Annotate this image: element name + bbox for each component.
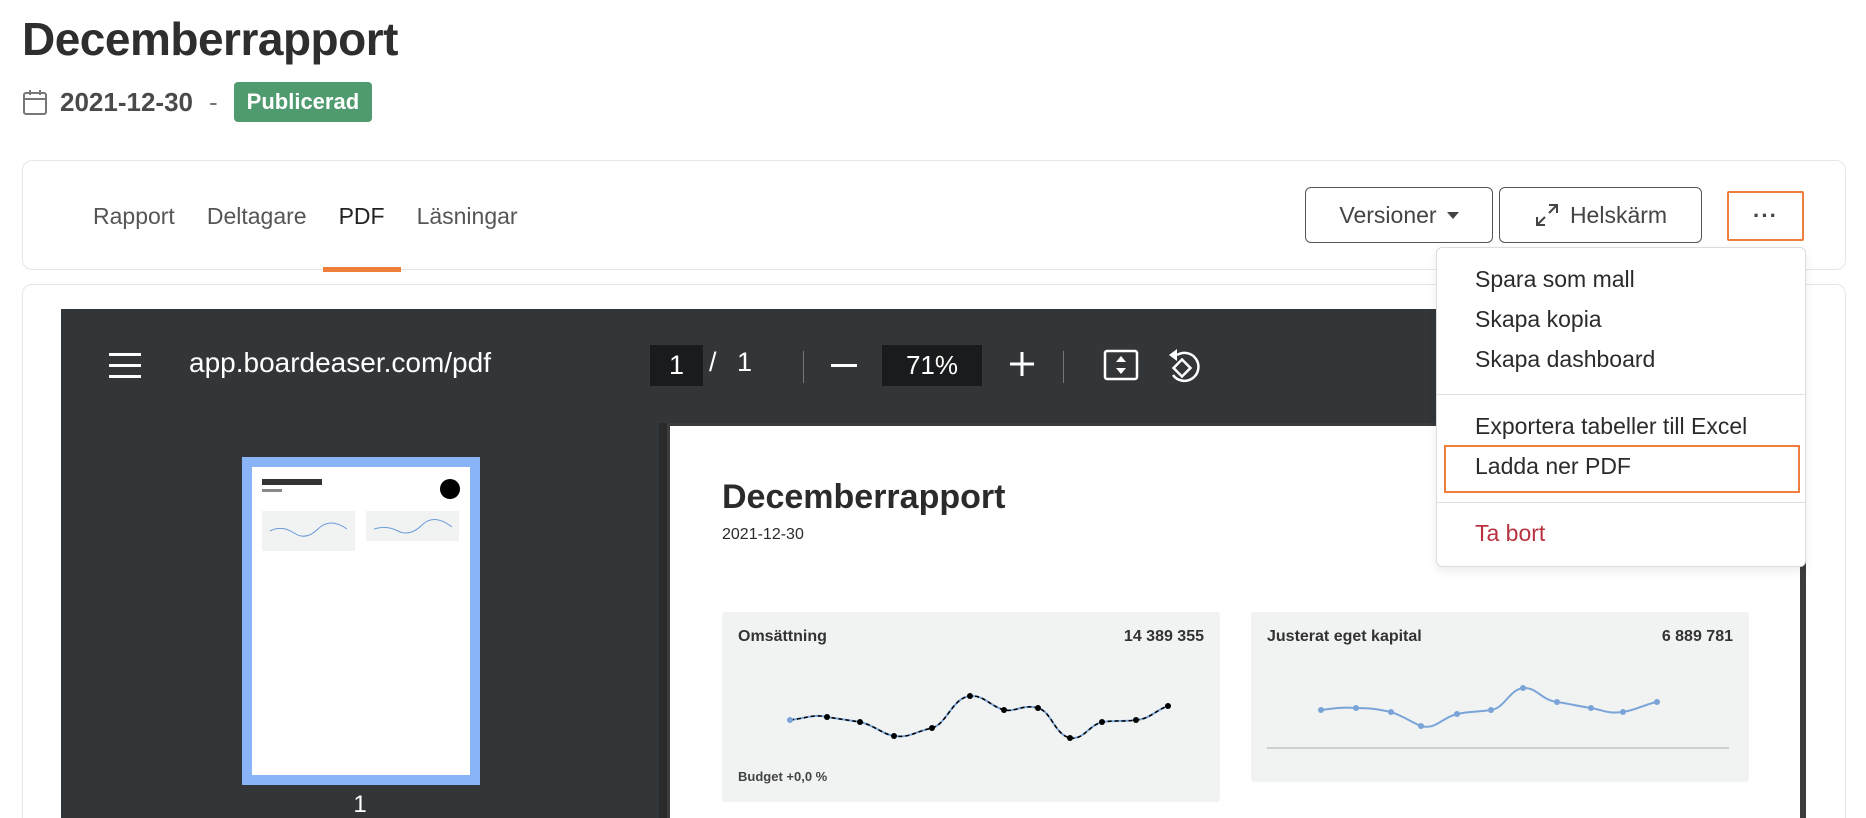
kpi-card-omsattning: Omsättning 14 389 355 Budget +0,0 % xyxy=(722,612,1220,802)
menu-divider xyxy=(1437,394,1805,395)
tabs: Rapport Deltagare PDF Läsningar xyxy=(77,161,534,272)
fullscreen-label: Helskärm xyxy=(1569,201,1668,228)
date-separator: - xyxy=(209,86,218,117)
page-number-input[interactable]: 1 xyxy=(650,345,703,386)
page-title: Decemberrapport xyxy=(22,13,398,65)
tab-pdf[interactable]: PDF xyxy=(322,161,401,272)
rotate-icon[interactable] xyxy=(1165,347,1203,385)
kpi-value: 6 889 781 xyxy=(1661,628,1733,645)
tab-lasningar[interactable]: Läsningar xyxy=(401,161,534,271)
report-meta: 2021-12-30 - Publicerad xyxy=(22,82,373,122)
menu-item-export-excel[interactable]: Exportera tabeller till Excel xyxy=(1475,413,1747,440)
expand-icon xyxy=(1535,204,1558,226)
zoom-out-icon[interactable] xyxy=(831,364,857,367)
thumbnail-panel: 1 xyxy=(61,423,659,818)
kpi-value: 14 389 355 xyxy=(1123,628,1204,645)
caret-down-icon xyxy=(1446,211,1459,219)
fullscreen-button[interactable]: Helskärm xyxy=(1499,187,1702,243)
page: Decemberrapport 2021-12-30 - Publicerad … xyxy=(0,0,1866,818)
page-separator: / xyxy=(709,347,717,377)
kpi-footer: Budget +0,0 % xyxy=(738,769,828,784)
thumbnail-preview xyxy=(262,479,460,551)
thumbnail-page-number: 1 xyxy=(353,791,367,818)
more-options-button[interactable]: ··· xyxy=(1727,191,1804,241)
thumbnail-page xyxy=(252,467,470,775)
report-date: 2021-12-30 xyxy=(60,86,193,117)
page-thumbnail[interactable] xyxy=(242,457,480,785)
kpi-sparkline xyxy=(1267,685,1729,749)
menu-item-create-copy[interactable]: Skapa kopia xyxy=(1475,306,1602,333)
toolbar-divider xyxy=(803,351,804,383)
kpi-label: Justerat eget kapital xyxy=(1267,628,1422,645)
zoom-in-icon[interactable] xyxy=(1009,351,1035,377)
pdf-title: Decemberrapport xyxy=(722,478,1006,516)
total-pages: 1 xyxy=(737,347,753,377)
versions-dropdown-button[interactable]: Versioner xyxy=(1305,187,1493,243)
viewer-document-title: app.boardeaser.com/pdf xyxy=(189,347,491,378)
toolbar-divider xyxy=(1063,351,1064,383)
panel-divider[interactable] xyxy=(659,423,667,818)
status-badge: Publicerad xyxy=(233,82,373,122)
versions-label: Versioner xyxy=(1339,201,1437,228)
pdf-date: 2021-12-30 xyxy=(722,526,804,543)
sparkline-points xyxy=(1318,685,1660,729)
kpi-sparkline xyxy=(787,693,1171,741)
menu-item-create-dashboard[interactable]: Skapa dashboard xyxy=(1475,346,1655,373)
menu-divider xyxy=(1437,502,1805,503)
menu-icon[interactable] xyxy=(109,353,141,379)
more-options-menu: Spara som mall Skapa kopia Skapa dashboa… xyxy=(1436,247,1806,567)
menu-item-download-pdf[interactable]: Ladda ner PDF xyxy=(1475,453,1631,480)
fit-page-icon[interactable] xyxy=(1103,349,1139,381)
kpi-label: Omsättning xyxy=(738,628,827,645)
kpi-card-justerat-eget-kapital: Justerat eget kapital 6 889 781 xyxy=(1251,612,1749,782)
tab-rapport[interactable]: Rapport xyxy=(77,161,191,271)
menu-item-save-template[interactable]: Spara som mall xyxy=(1475,266,1635,293)
sparkline-points xyxy=(824,693,1171,741)
zoom-input[interactable]: 71% xyxy=(882,345,982,386)
tab-deltagare[interactable]: Deltagare xyxy=(191,161,323,271)
menu-item-delete[interactable]: Ta bort xyxy=(1475,520,1545,547)
calendar-icon xyxy=(23,90,47,115)
